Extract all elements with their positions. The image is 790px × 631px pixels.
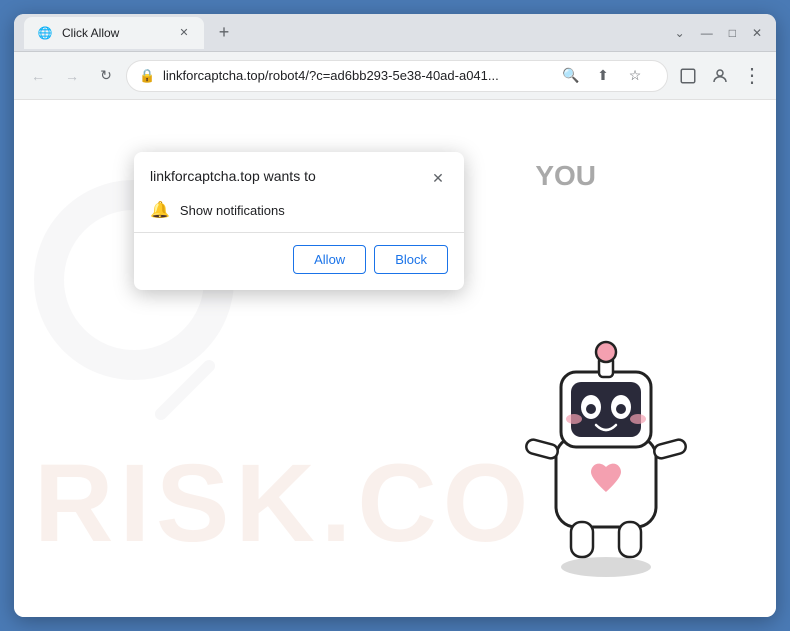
close-button[interactable]: ✕	[752, 26, 762, 40]
tab-title: Click Allow	[62, 26, 168, 40]
extension-icon[interactable]	[674, 62, 702, 90]
new-tab-button[interactable]: +	[210, 19, 238, 47]
lock-icon: 🔒	[139, 68, 155, 84]
window-controls: ⌄ — □ ✕	[675, 26, 766, 40]
address-bar-icons: 🔍 ⬆ ☆	[557, 62, 655, 90]
speech-bubble-area: YOU	[535, 160, 596, 192]
active-tab[interactable]: 🌐 Click Allow ✕	[24, 17, 204, 49]
popup-title: linkforcaptcha.top wants to	[150, 168, 316, 184]
back-button[interactable]: ←	[24, 62, 52, 90]
magnify-handle-bg	[152, 357, 217, 422]
minimize-button[interactable]: —	[701, 26, 713, 40]
browser-window: 🌐 Click Allow ✕ + ⌄ — □ ✕ ← → ↻ 🔒 linkfo…	[14, 14, 776, 617]
share-icon[interactable]: ⬆	[589, 62, 617, 90]
bookmark-icon[interactable]: ☆	[621, 62, 649, 90]
address-bar: ← → ↻ 🔒 linkforcaptcha.top/robot4/?c=ad6…	[14, 52, 776, 100]
allow-button[interactable]: Allow	[293, 245, 366, 274]
notification-label: Show notifications	[180, 203, 285, 218]
url-text: linkforcaptcha.top/robot4/?c=ad6bb293-5e…	[163, 68, 499, 83]
tab-strip: 🌐 Click Allow ✕ +	[24, 17, 238, 49]
popup-header: linkforcaptcha.top wants to ✕	[134, 152, 464, 196]
chevron-down-icon[interactable]: ⌄	[675, 26, 685, 40]
page-content: RISK.CO YOU	[14, 100, 776, 617]
refresh-button[interactable]: ↻	[92, 62, 120, 90]
bell-icon: 🔔	[150, 200, 170, 220]
robot-character	[496, 277, 716, 557]
menu-icon[interactable]: ⋮	[738, 62, 766, 90]
risk-watermark-text: RISK.CO	[34, 440, 534, 567]
notification-row: 🔔 Show notifications	[134, 196, 464, 232]
tab-close-button[interactable]: ✕	[176, 25, 192, 41]
url-bar[interactable]: 🔒 linkforcaptcha.top/robot4/?c=ad6bb293-…	[126, 60, 668, 92]
popup-divider	[134, 232, 464, 233]
maximize-button[interactable]: □	[729, 26, 736, 40]
title-bar: 🌐 Click Allow ✕ + ⌄ — □ ✕	[14, 14, 776, 52]
notification-popup: linkforcaptcha.top wants to ✕ 🔔 Show not…	[134, 152, 464, 290]
forward-button[interactable]: →	[58, 62, 86, 90]
toolbar-icons: ⋮	[674, 62, 766, 90]
search-icon[interactable]: 🔍	[557, 62, 585, 90]
tab-favicon: 🌐	[36, 24, 54, 42]
you-text: YOU	[535, 160, 596, 192]
block-button[interactable]: Block	[374, 245, 448, 274]
profile-icon[interactable]	[706, 62, 734, 90]
popup-actions: Allow Block	[134, 245, 464, 290]
popup-close-button[interactable]: ✕	[428, 168, 448, 188]
